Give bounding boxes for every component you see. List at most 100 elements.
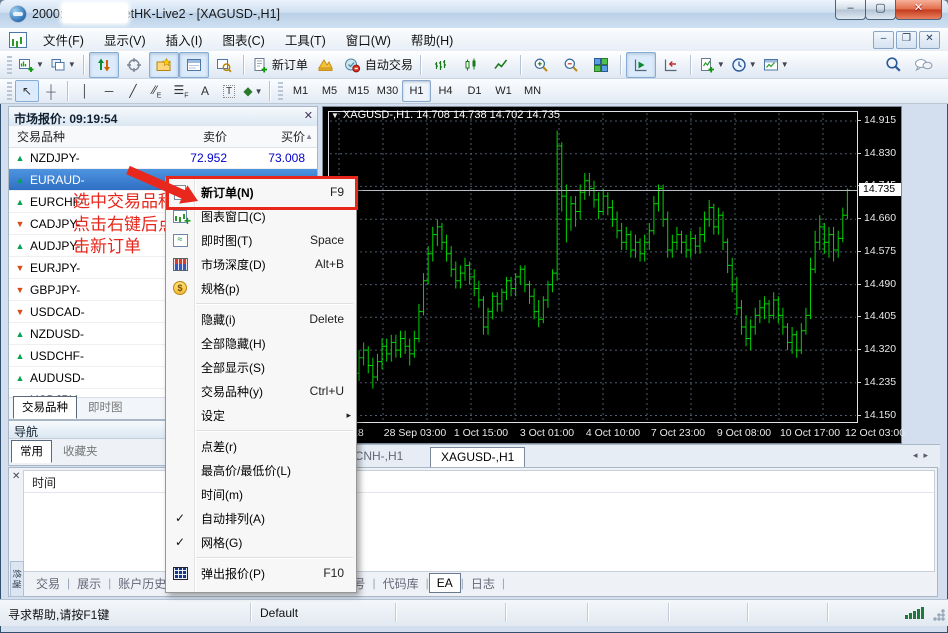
- terminal-tab-账户历史[interactable]: 账户历史: [111, 573, 173, 594]
- close-icon[interactable]: ✕: [12, 471, 20, 482]
- profiles-button[interactable]: ▼: [47, 52, 79, 78]
- terminal-tab-EA[interactable]: EA: [429, 573, 461, 593]
- child-minimize-button[interactable]: –: [873, 31, 894, 49]
- chart-title[interactable]: ▼ XAGUSD-,H1. 14.708 14.738 14.702 14.73…: [331, 109, 560, 121]
- timeframe-m30[interactable]: M30: [373, 80, 402, 102]
- timeframe-m1[interactable]: M1: [286, 80, 315, 102]
- context-menu-item-16[interactable]: ✓自动排列(A): [166, 506, 356, 530]
- channel-tool-button[interactable]: ⁄⁄E: [145, 80, 169, 102]
- chart-tab-xagusd[interactable]: XAGUSD-,H1: [430, 447, 525, 468]
- timeframe-d1[interactable]: D1: [460, 80, 489, 102]
- context-menu-item-7[interactable]: 隐藏(i)Delete: [166, 307, 356, 331]
- text-label-tool-button[interactable]: T: [217, 80, 241, 102]
- menu-item-7[interactable]: 帮助(H): [401, 27, 463, 52]
- terminal-tab-展示[interactable]: 展示: [70, 573, 108, 594]
- autotrading-button[interactable]: 自动交易: [341, 52, 416, 78]
- context-menu-item-15[interactable]: 时间(m): [166, 482, 356, 506]
- context-menu-item-17[interactable]: ✓网格(G): [166, 530, 356, 554]
- periods-button[interactable]: ▼: [728, 52, 760, 78]
- data-window-button[interactable]: [119, 52, 149, 78]
- market-watch-tab[interactable]: 即时图: [79, 396, 132, 419]
- context-menu-item-8[interactable]: 全部隐藏(H): [166, 331, 356, 355]
- text-tool-button[interactable]: A: [193, 80, 217, 102]
- fibonacci-tool-button[interactable]: ☰F: [169, 80, 193, 102]
- context-menu-item-5[interactable]: $规格(p): [166, 276, 356, 300]
- line-chart-mode-button[interactable]: [486, 52, 516, 78]
- arrows-tool-button[interactable]: ◆▼: [241, 80, 265, 102]
- search-button[interactable]: [878, 52, 908, 78]
- horizontal-line-tool-button[interactable]: ─: [97, 80, 121, 102]
- cursor-tool-button[interactable]: ↖: [15, 80, 39, 102]
- chart-plot-area[interactable]: [328, 111, 858, 423]
- toolbar-grip[interactable]: [7, 56, 12, 74]
- context-menu-item-9[interactable]: 全部显示(S): [166, 355, 356, 379]
- time-scale[interactable]: 201828 Sep 03:001 Oct 15:003 Oct 01:004 …: [328, 425, 858, 443]
- market-watch-toggle-button[interactable]: [89, 52, 119, 78]
- strategy-tester-button[interactable]: [209, 52, 239, 78]
- resize-grip[interactable]: [932, 608, 945, 621]
- context-menu-item-13[interactable]: 点差(r): [166, 434, 356, 458]
- column-bid[interactable]: 卖价: [155, 128, 227, 145]
- navigator-tab[interactable]: 收藏夹: [54, 440, 107, 463]
- trendline-tool-button[interactable]: ╱: [121, 80, 145, 102]
- zoom-in-button[interactable]: [526, 52, 556, 78]
- market-watch-header[interactable]: 市场报价: 09:19:54 ✕: [9, 107, 317, 127]
- zoom-out-button[interactable]: [556, 52, 586, 78]
- bar-chart-mode-button[interactable]: [426, 52, 456, 78]
- close-button[interactable]: ✕: [895, 0, 942, 20]
- auto-scroll-button[interactable]: [626, 52, 656, 78]
- timeframe-h1[interactable]: H1: [402, 80, 431, 102]
- terminal-tab-代码库[interactable]: 代码库: [376, 573, 426, 594]
- vertical-line-tool-button[interactable]: │: [73, 80, 97, 102]
- templates-button[interactable]: ▼: [760, 52, 792, 78]
- menu-item-2[interactable]: 显示(V): [94, 27, 156, 52]
- toolbar-grip[interactable]: [278, 82, 283, 100]
- chart-shift-button[interactable]: [656, 52, 686, 78]
- tab-scroll-arrows[interactable]: ◂▸: [913, 450, 934, 461]
- sort-arrow-icon[interactable]: ▲: [305, 132, 313, 141]
- context-menu-item-14[interactable]: 最高价/最低价(L): [166, 458, 356, 482]
- menu-item-5[interactable]: 工具(T): [275, 27, 336, 52]
- market-watch-column-headers[interactable]: 交易品种 卖价 买价: [9, 126, 317, 148]
- status-profile[interactable]: Default: [260, 606, 298, 620]
- child-restore-button[interactable]: ❐: [896, 31, 917, 49]
- navigator-tab[interactable]: 常用: [11, 440, 52, 463]
- chat-button[interactable]: [908, 52, 938, 78]
- context-menu-item-3[interactable]: ≈即时图(T)Space: [166, 228, 356, 252]
- market-watch-tab[interactable]: 交易品种: [13, 396, 77, 419]
- timeframe-m5[interactable]: M5: [315, 80, 344, 102]
- timeframe-m15[interactable]: M15: [344, 80, 373, 102]
- new-chart-button[interactable]: ▼: [15, 52, 47, 78]
- column-symbol[interactable]: 交易品种: [9, 128, 155, 145]
- crosshair-tool-button[interactable]: ┼: [39, 80, 63, 102]
- chart-window-icon[interactable]: [9, 32, 27, 48]
- context-menu-item-10[interactable]: 交易品种(y)Ctrl+U: [166, 379, 356, 403]
- price-scale[interactable]: 14.91514.83014.74514.66014.57514.49014.4…: [861, 107, 901, 443]
- timeframe-h4[interactable]: H4: [431, 80, 460, 102]
- menu-item-3[interactable]: 插入(I): [156, 27, 213, 52]
- menu-item-4[interactable]: 图表(C): [212, 27, 274, 52]
- indicators-button[interactable]: ▼: [696, 52, 728, 78]
- navigator-toggle-button[interactable]: [149, 52, 179, 78]
- chart-window[interactable]: ▼ XAGUSD-,H1. 14.708 14.738 14.702 14.73…: [322, 106, 902, 444]
- terminal-toggle-button[interactable]: [179, 52, 209, 78]
- close-icon[interactable]: ✕: [304, 109, 313, 122]
- tile-windows-button[interactable]: [586, 52, 616, 78]
- context-menu-item-11[interactable]: 设定▸: [166, 403, 356, 427]
- menu-item-1[interactable]: 文件(F): [33, 27, 94, 52]
- toolbar-grip[interactable]: [7, 82, 12, 100]
- menu-item-6[interactable]: 窗口(W): [336, 27, 401, 52]
- time-column-header[interactable]: 时间: [32, 474, 56, 491]
- timeframe-w1[interactable]: W1: [489, 80, 518, 102]
- column-ask[interactable]: 买价: [227, 128, 317, 145]
- candlestick-mode-button[interactable]: [456, 52, 486, 78]
- terminal-tab-交易[interactable]: 交易: [29, 573, 67, 594]
- restore-button[interactable]: ▢: [865, 0, 896, 20]
- context-menu-item-4[interactable]: 市场深度(D)Alt+B: [166, 252, 356, 276]
- metaeditor-button[interactable]: [311, 52, 341, 78]
- timeframe-mn[interactable]: MN: [518, 80, 547, 102]
- context-menu-item-19[interactable]: 弹出报价(P)F10: [166, 561, 356, 585]
- new-order-button[interactable]: 新订单: [249, 52, 311, 78]
- terminal-tab-日志[interactable]: 日志: [464, 573, 502, 594]
- child-close-button[interactable]: ✕: [919, 31, 940, 49]
